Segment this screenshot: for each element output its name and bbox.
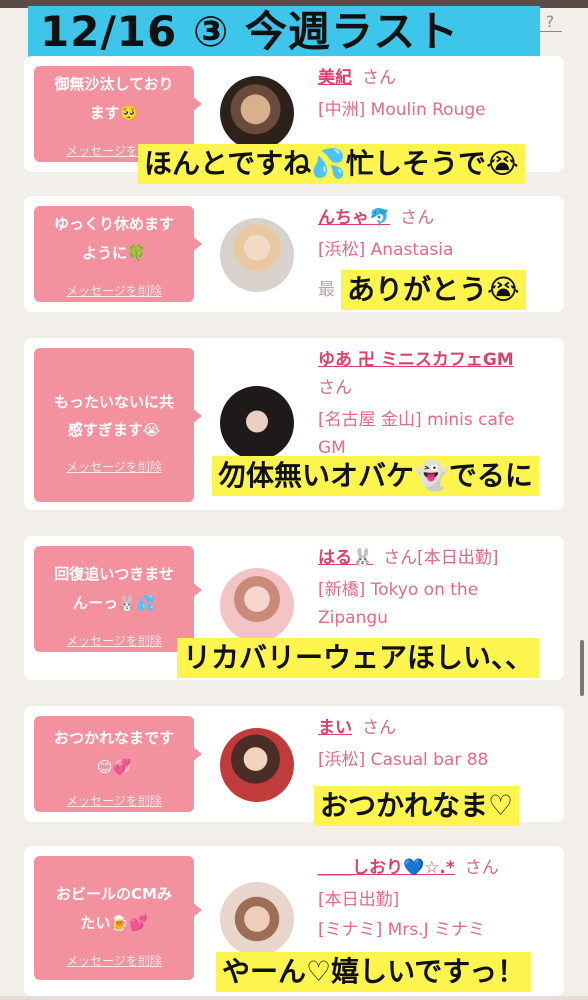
delete-message-link[interactable]: メッセージを削除 [34, 952, 194, 969]
bubble-tail [192, 582, 202, 598]
delete-message-link[interactable]: メッセージを削除 [34, 282, 194, 299]
cast-name-line: はる🐰 さん[本日出勤] [318, 544, 498, 572]
avatar-bunny-ears[interactable] [220, 568, 294, 642]
shop-line: [新橋] Tokyo on the [318, 580, 479, 600]
avatar-red-dress[interactable] [220, 728, 294, 802]
cast-name-link[interactable]: ＿＿しおり💙☆.* [318, 858, 455, 878]
shop-line: [浜松] Anastasia [318, 240, 454, 260]
shop-line: [本日出勤] [318, 890, 400, 910]
avatar-blonde[interactable] [220, 218, 294, 292]
cast-name-link[interactable]: んちゃ🐬 [318, 208, 390, 228]
message-bubble: ゆっくり休めます ように🍀 メッセージを削除 [34, 206, 194, 302]
shop-line: [浜松] Casual bar 88 [318, 750, 489, 770]
shop-line: [中洲] Moulin Rouge [318, 100, 486, 120]
cast-name-link[interactable]: はる🐰 [318, 548, 373, 568]
cast-name-line: ＿＿しおり💙☆.* さん [318, 854, 499, 882]
shop-line: [ミナミ] Mrs.J ミナミ [318, 920, 486, 940]
cast-name-link[interactable]: 美紀 [318, 68, 352, 88]
cast-name-link[interactable]: ゆあ 卍 ミニスカフェGM [318, 350, 514, 370]
message-bubble: もったいないに共 感すぎます😭 メッセージを削除 [34, 348, 194, 502]
message-line: んーっ🐰💦 [72, 594, 156, 612]
message-line: ように🍀 [82, 244, 146, 262]
bubble-tail [192, 408, 202, 424]
message-line: たい🍺💕 [80, 914, 148, 932]
honorific: さん [362, 718, 396, 738]
bubble-tail [192, 236, 202, 252]
bubble-tail [192, 902, 202, 918]
delete-message-link[interactable]: メッセージを削除 [34, 632, 194, 649]
cast-name-link[interactable]: まい [318, 718, 352, 738]
help-underline [540, 31, 562, 32]
scrollbar-thumb[interactable] [580, 640, 584, 696]
delete-message-link[interactable]: メッセージを削除 [34, 458, 194, 475]
shop-line: 最 [318, 280, 335, 300]
message-line: 感すぎます😭 [67, 421, 161, 439]
shop-line: Zipangu [318, 608, 388, 628]
message-line: 😊💞 [96, 758, 132, 776]
message-bubble: 回復追いつきませ んーっ🐰💦 メッセージを削除 [34, 546, 194, 652]
message-line: ます🥺 [89, 104, 139, 122]
message-bubble: おビールのCMみ たい🍺💕 メッセージを削除 [34, 856, 194, 980]
honorific: さん[本日出勤] [383, 548, 499, 568]
help-icon[interactable]: ? [540, 12, 560, 32]
cast-name-line: んちゃ🐬 さん [318, 204, 434, 232]
honorific: さん [318, 378, 352, 398]
avatar-dark-hair[interactable] [220, 386, 294, 460]
caption-banner: やーん♡嬉しいですっ！ [216, 952, 532, 992]
message-line: おビールのCMみ [56, 885, 172, 903]
avatar-filter-face[interactable] [220, 76, 294, 150]
honorific-line: さん [318, 374, 352, 402]
message-line: もったいないに共 [53, 393, 174, 411]
message-line: 回復追いつきませ [54, 565, 174, 583]
bottom-divider [0, 996, 588, 1000]
avatar-heart-face[interactable] [220, 882, 294, 956]
cast-name-line: ゆあ 卍 ミニスカフェGM [318, 346, 514, 374]
honorific: さん [362, 68, 396, 88]
message-line: おつかれなまです [53, 729, 174, 747]
caption-banner: ありがとう😭 [341, 270, 526, 310]
message-line: 御無沙汰しており [54, 75, 174, 93]
cast-name-line: まい さん [318, 714, 396, 742]
shop-line: [名古屋 金山] minis cafe [318, 410, 515, 430]
bubble-tail [192, 746, 202, 762]
honorific: さん [400, 208, 435, 228]
caption-banner: ほんとですね💦忙しそうで😭 [138, 144, 525, 184]
honorific: さん [464, 858, 499, 878]
message-line: ゆっくり休めます [53, 215, 174, 233]
message-bubble: おつかれなまです 😊💞 メッセージを削除 [34, 716, 194, 812]
caption-banner: おつかれなま♡ [314, 786, 520, 826]
cast-name-line: 美紀 さん [318, 64, 396, 92]
caption-banner: リカバリーウェアほしい、、 [177, 638, 540, 678]
page-title: 12/16 ③ 今週ラスト [40, 7, 460, 56]
bubble-tail [192, 96, 202, 112]
delete-message-link[interactable]: メッセージを削除 [34, 792, 194, 809]
caption-banner: 勿体無いオバケ👻でるに [212, 456, 539, 496]
